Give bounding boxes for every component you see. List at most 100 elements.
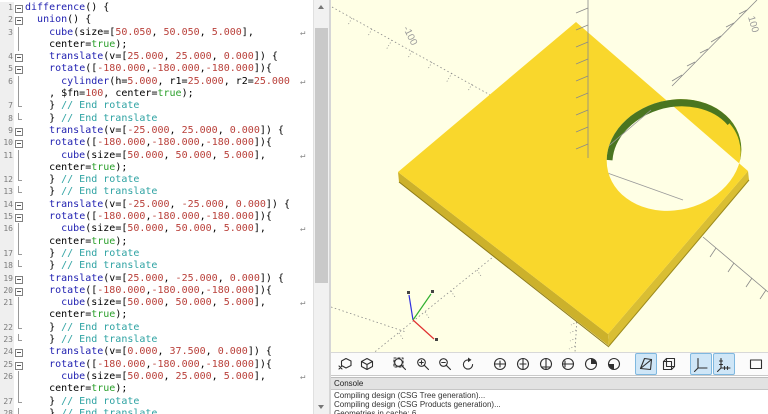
view-back-button[interactable] xyxy=(603,353,625,375)
scroll-down-button[interactable] xyxy=(314,400,329,414)
code-line[interactable]: 24 translate(v=[0.000, 37.500, 0.000]) { xyxy=(0,346,312,358)
fold-marker-icon[interactable] xyxy=(15,140,23,148)
editor-scrollbar[interactable] xyxy=(313,0,329,414)
fold-margin[interactable] xyxy=(14,125,23,137)
line-wrap-icon: ↵ xyxy=(300,371,305,383)
line-number: 21 xyxy=(0,297,14,309)
fold-end-icon xyxy=(18,266,22,267)
code-line[interactable]: center=true); xyxy=(0,162,312,174)
code-line[interactable]: 11 cube(size=[50.000, 50.000, 5.000],↵ xyxy=(0,150,312,162)
perspective-button[interactable] xyxy=(635,353,657,375)
code-line[interactable]: 1difference() { xyxy=(0,2,312,14)
code-line[interactable]: center=true); xyxy=(0,39,312,51)
fold-margin[interactable] xyxy=(14,346,23,358)
fold-marker-icon[interactable] xyxy=(15,5,23,13)
show-axes-button[interactable] xyxy=(690,353,712,375)
code-line[interactable]: 16 cube(size=[50.000, 50.000, 5.000],↵ xyxy=(0,223,312,235)
fold-margin[interactable] xyxy=(14,273,23,285)
code-line[interactable]: 8 } // End translate xyxy=(0,113,312,125)
code-area[interactable]: 1difference() {2 union() {3 cube(size=[5… xyxy=(0,2,312,414)
code-line[interactable]: 6 cylinder(h=5.000, r1=25.000, r2=25.000… xyxy=(0,76,312,88)
code-text: } // End translate xyxy=(25,113,157,125)
reset-view-button[interactable] xyxy=(457,353,479,375)
code-line[interactable]: 26 cube(size=[50.000, 25.000, 5.000],↵ xyxy=(0,371,312,383)
fold-margin xyxy=(14,39,23,51)
zoom-all-button[interactable] xyxy=(389,353,411,375)
code-line[interactable]: 20 rotate([-180.000,-180.000,-180.000]){ xyxy=(0,285,312,297)
fold-marker-icon[interactable] xyxy=(15,276,23,284)
code-line[interactable]: 2 union() { xyxy=(0,14,312,26)
code-line[interactable]: 7 } // End rotate xyxy=(0,100,312,112)
orthogonal-button[interactable] xyxy=(658,353,680,375)
view-all-button[interactable] xyxy=(745,353,767,375)
code-line[interactable]: 23 } // End translate xyxy=(0,334,312,346)
line-number: 13 xyxy=(0,186,14,198)
code-line[interactable]: 22 } // End rotate xyxy=(0,322,312,334)
code-line[interactable]: 25 rotate([-180.000,-180.000,-180.000]){ xyxy=(0,359,312,371)
fold-marker-icon[interactable] xyxy=(15,66,23,74)
code-line[interactable]: , $fn=100, center=true); xyxy=(0,88,312,100)
zoom-in-button[interactable] xyxy=(412,353,434,375)
fold-margin[interactable] xyxy=(14,14,23,26)
code-line[interactable]: 3 cube(size=[50.050, 50.050, 5.000],↵ xyxy=(0,27,312,39)
fold-margin xyxy=(14,27,23,39)
fold-marker-icon[interactable] xyxy=(15,202,23,210)
view-bottom-button[interactable] xyxy=(535,353,557,375)
view-back-icon xyxy=(606,356,622,372)
fold-margin[interactable] xyxy=(14,137,23,149)
fold-margin[interactable] xyxy=(14,2,23,14)
view-top-button[interactable] xyxy=(512,353,534,375)
code-line[interactable]: center=true); xyxy=(0,309,312,321)
console-panel[interactable]: Console Compiling design (CSG Tree gener… xyxy=(331,377,768,414)
code-line[interactable]: center=true); xyxy=(0,383,312,395)
fold-marker-icon[interactable] xyxy=(15,362,23,370)
code-line[interactable]: 28 } // End translate xyxy=(0,408,312,414)
line-number: 2 xyxy=(0,14,14,26)
scrollbar-thumb[interactable] xyxy=(315,28,328,283)
fold-margin[interactable] xyxy=(14,285,23,297)
fold-margin[interactable] xyxy=(14,51,23,63)
fold-margin[interactable] xyxy=(14,199,23,211)
code-line[interactable]: center=true); xyxy=(0,236,312,248)
code-line[interactable]: 15 rotate([-180.000,-180.000,-180.000]){ xyxy=(0,211,312,223)
code-line[interactable]: 10 rotate([-180.000,-180.000,-180.000]){ xyxy=(0,137,312,149)
line-number: 20 xyxy=(0,285,14,297)
fold-marker-icon[interactable] xyxy=(15,349,23,357)
code-line[interactable]: 9 translate(v=[-25.000, 25.000, 0.000]) … xyxy=(0,125,312,137)
code-line[interactable]: 19 translate(v=[25.000, -25.000, 0.000])… xyxy=(0,273,312,285)
code-text: } // End rotate xyxy=(25,100,139,112)
preview-button[interactable] xyxy=(334,353,356,375)
view-left-button[interactable] xyxy=(557,353,579,375)
3d-viewport[interactable]: -100 100 xyxy=(331,0,768,352)
code-line[interactable]: 18 } // End translate xyxy=(0,260,312,272)
fold-margin[interactable] xyxy=(14,359,23,371)
code-line[interactable]: 12 } // End rotate xyxy=(0,174,312,186)
code-editor[interactable]: 1difference() {2 union() {3 cube(size=[5… xyxy=(0,0,329,414)
fold-marker-icon[interactable] xyxy=(15,54,23,62)
code-line[interactable]: 14 translate(v=[-25.000, -25.000, 0.000]… xyxy=(0,199,312,211)
line-number: 4 xyxy=(0,51,14,63)
fold-marker-icon[interactable] xyxy=(15,128,23,136)
fold-margin[interactable] xyxy=(14,63,23,75)
code-text: } // End rotate xyxy=(25,322,139,334)
code-line[interactable]: 5 rotate([-180.000,-180.000,-180.000]){ xyxy=(0,63,312,75)
line-wrap-icon: ↵ xyxy=(300,150,305,162)
fold-margin[interactable] xyxy=(14,211,23,223)
line-number xyxy=(0,39,14,51)
code-line[interactable]: 13 } // End translate xyxy=(0,186,312,198)
code-line[interactable]: 4 translate(v=[25.000, 25.000, 0.000]) { xyxy=(0,51,312,63)
render-button[interactable] xyxy=(357,353,379,375)
scroll-up-button[interactable] xyxy=(314,0,329,14)
view-right-button[interactable] xyxy=(490,353,512,375)
fold-marker-icon[interactable] xyxy=(15,17,23,25)
code-line[interactable]: 21 cube(size=[50.000, 50.000, 5.000],↵ xyxy=(0,297,312,309)
view-front-button[interactable] xyxy=(580,353,602,375)
code-line[interactable]: 27 } // End rotate xyxy=(0,396,312,408)
console-message: Compiling design (CSG Tree generation)..… xyxy=(334,391,768,400)
fold-margin xyxy=(14,88,23,100)
fold-marker-icon[interactable] xyxy=(15,288,23,296)
fold-marker-icon[interactable] xyxy=(15,214,23,222)
zoom-out-button[interactable] xyxy=(434,353,456,375)
show-scale-markings-button[interactable] xyxy=(713,353,735,375)
code-line[interactable]: 17 } // End rotate xyxy=(0,248,312,260)
